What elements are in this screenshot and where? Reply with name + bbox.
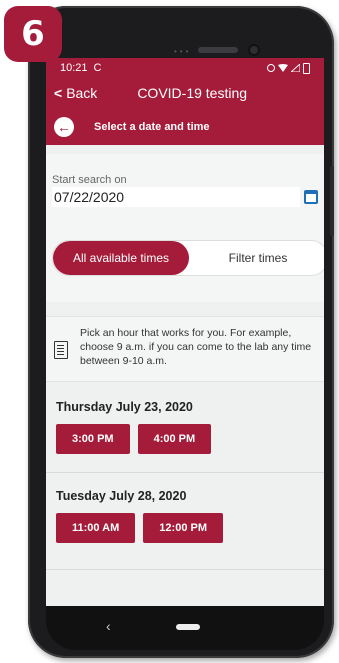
date-input[interactable]: [52, 187, 300, 207]
time-slot-button[interactable]: 12:00 PM: [143, 513, 223, 543]
status-icons: [267, 62, 310, 74]
signal-icon: [291, 64, 300, 72]
back-button[interactable]: < Back: [54, 85, 97, 101]
filter-times-tab[interactable]: Filter times: [189, 241, 324, 275]
subheader: ← Select a date and time: [54, 114, 316, 140]
subheader-title: Select a date and time: [94, 121, 210, 133]
info-note: Pick an hour that works for you. For exa…: [46, 316, 324, 382]
system-nav-bar: ‹: [46, 606, 324, 650]
speaker-grille: [198, 47, 238, 53]
battery-icon: [303, 62, 310, 74]
camera-icon: [248, 44, 260, 56]
time-slot-button[interactable]: 11:00 AM: [56, 513, 136, 543]
arrow-left-circle-icon[interactable]: ←: [54, 117, 74, 137]
start-search-label: Start search on: [52, 174, 127, 186]
vibrate-icon: [267, 64, 275, 72]
time-slot-button[interactable]: 3:00 PM: [56, 424, 130, 454]
wifi-icon: [278, 64, 288, 72]
search-section: Start search on All available times Filt…: [46, 154, 324, 302]
step-badge: 6: [4, 6, 62, 62]
calendar-icon[interactable]: [304, 190, 318, 204]
chevron-left-icon: <: [54, 85, 63, 101]
phone-side-button: [330, 166, 334, 236]
app-screen: 10:21 C < Back COVID-19 testing ← Select…: [46, 58, 324, 606]
back-label: Back: [66, 85, 98, 101]
day-title: Thursday July 23, 2020: [56, 400, 193, 414]
page-title: COVID-19 testing: [137, 85, 248, 101]
day-group: Thursday July 23, 2020 3:00 PM 4:00 PM: [46, 384, 324, 473]
status-time: 10:21: [60, 62, 88, 74]
app-header: 10:21 C < Back COVID-19 testing ← Select…: [46, 58, 324, 145]
nav-bar: < Back COVID-19 testing: [54, 82, 316, 104]
date-row: [52, 187, 318, 207]
time-filter-toggle: All available times Filter times: [52, 240, 324, 276]
sensor-dots: •••: [174, 47, 192, 56]
document-icon: [54, 341, 68, 359]
day-group: Tuesday July 28, 2020 11:00 AM 12:00 PM: [46, 473, 324, 570]
time-slots: 3:00 PM 4:00 PM: [56, 424, 212, 454]
day-title: Tuesday July 28, 2020: [56, 489, 187, 503]
nav-back-icon[interactable]: ‹: [106, 618, 111, 634]
nav-home-pill[interactable]: [176, 624, 200, 630]
all-available-times-tab[interactable]: All available times: [53, 241, 189, 275]
status-bar: 10:21 C: [60, 60, 310, 76]
info-text: Pick an hour that works for you. For exa…: [80, 327, 312, 367]
time-slot-button[interactable]: 4:00 PM: [137, 424, 212, 454]
sync-icon: C: [93, 62, 102, 74]
time-slots: 11:00 AM 12:00 PM: [56, 513, 223, 543]
